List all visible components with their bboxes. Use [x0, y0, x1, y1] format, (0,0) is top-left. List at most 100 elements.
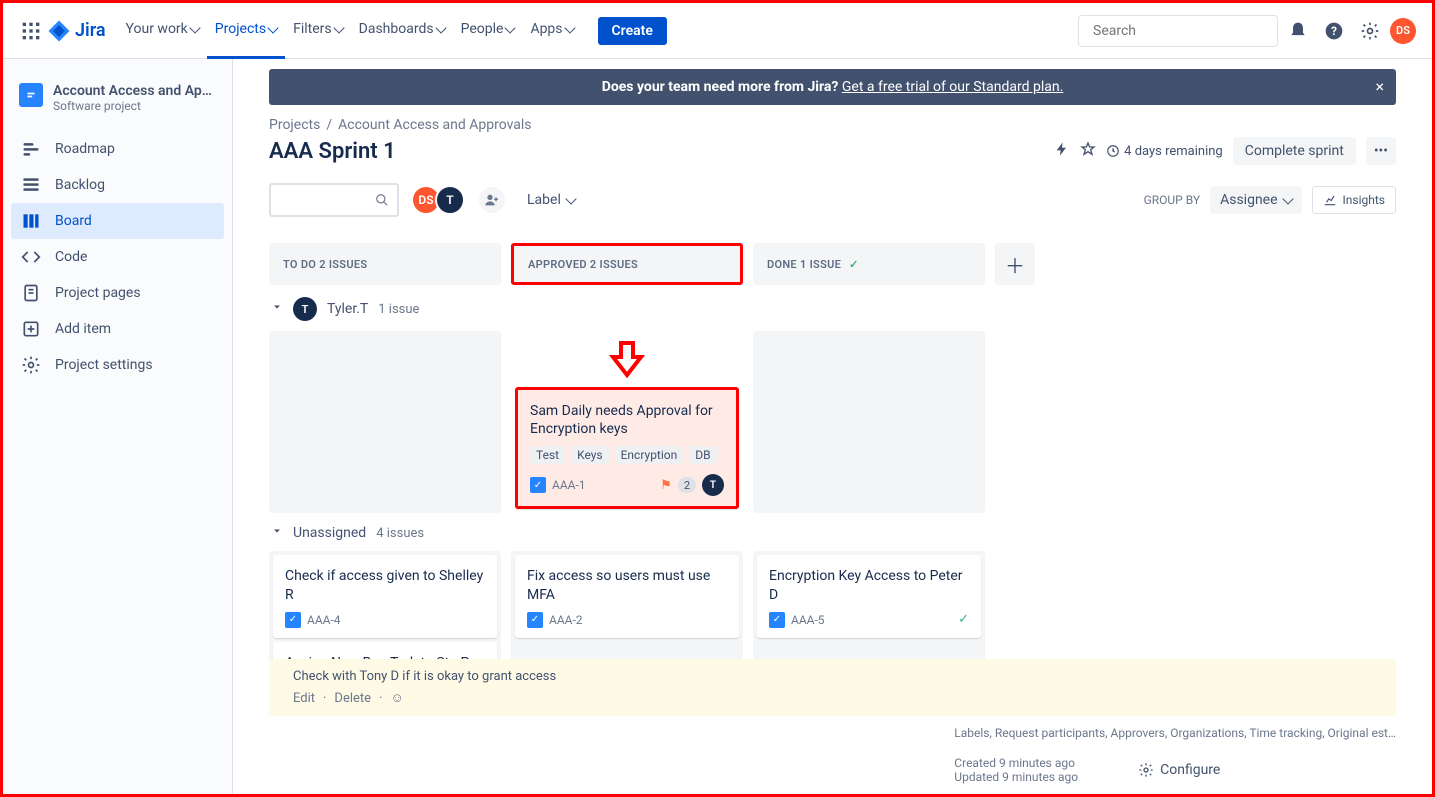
board-lane[interactable]: Encryption Key Access to Peter D✓AAA-5✓	[753, 551, 985, 659]
filter-bar: DS T Label GROUP BY Assignee Insights	[269, 183, 1396, 217]
sidebar-item-add-item[interactable]: Add item	[11, 311, 224, 347]
chevron-down-icon[interactable]	[271, 525, 283, 541]
global-search[interactable]	[1078, 15, 1278, 47]
issue-card[interactable]: Assign New Bug Trak to Stu P✓AAA-3	[273, 642, 497, 659]
banner-link[interactable]: Get a free trial of our Standard plan.	[842, 79, 1063, 95]
logo-text: Jira	[75, 20, 106, 41]
board-lane[interactable]	[753, 331, 985, 513]
assignee-avatar[interactable]: T	[702, 474, 724, 496]
create-button[interactable]: Create	[598, 17, 667, 45]
settings-icon[interactable]	[1354, 15, 1386, 47]
board-lane[interactable]: Sam Daily needs Approval for Encryption …	[511, 331, 743, 513]
sidebar-item-board[interactable]: Board	[11, 203, 224, 239]
sidebar-item-project-pages[interactable]: Project pages	[11, 275, 224, 311]
comment-delete[interactable]: Delete	[334, 691, 371, 706]
code-icon	[21, 247, 41, 267]
issue-card[interactable]: Check if access given to Shelley R✓AAA-4	[273, 555, 497, 637]
board: TO DO 2 ISSUESAPPROVED 2 ISSUESDONE 1 IS…	[269, 243, 1396, 659]
sidebar-item-roadmap[interactable]: Roadmap	[11, 131, 224, 167]
chevron-down-icon[interactable]	[271, 301, 283, 317]
complete-sprint-button[interactable]: Complete sprint	[1233, 137, 1356, 165]
add-column-button[interactable]: ＋	[995, 243, 1035, 285]
card-title: Fix access so users must use MFA	[527, 567, 727, 603]
task-type-icon: ✓	[285, 612, 301, 628]
avatar-t[interactable]: T	[435, 185, 465, 215]
nav-filters[interactable]: Filters	[285, 3, 351, 59]
add-people-button[interactable]	[477, 185, 507, 215]
chart-icon	[1323, 193, 1337, 207]
user-avatar[interactable]: DS	[1390, 18, 1416, 44]
tag[interactable]: Test	[530, 446, 565, 464]
annotation-arrow-icon	[515, 339, 739, 379]
help-icon[interactable]: ?	[1318, 15, 1350, 47]
breadcrumb: Projects / Account Access and Approvals	[269, 117, 1396, 133]
tag[interactable]: Encryption	[615, 446, 684, 464]
story-points-badge: 2	[678, 477, 696, 493]
board-lane[interactable]: Fix access so users must use MFA✓AAA-2	[511, 551, 743, 659]
swimlane-header[interactable]: Unassigned4 issues	[271, 525, 1396, 541]
banner-text: Does your team need more from Jira?	[602, 79, 842, 95]
chevron-down-icon	[333, 22, 344, 33]
issue-card[interactable]: Sam Daily needs Approval for Encryption …	[515, 387, 739, 509]
issue-card[interactable]: Fix access so users must use MFA✓AAA-2	[515, 555, 739, 637]
group-by-dropdown[interactable]: Assignee	[1210, 186, 1301, 214]
gear-icon	[1138, 762, 1154, 778]
nav-dashboards[interactable]: Dashboards	[351, 3, 453, 59]
days-remaining: 4 days remaining	[1124, 144, 1223, 159]
banner-close-icon[interactable]: ×	[1375, 77, 1384, 96]
comment-react-icon[interactable]: ☺	[390, 690, 403, 706]
tag[interactable]: DB	[689, 446, 716, 464]
updated-time: Updated 9 minutes ago	[954, 770, 1078, 784]
swimlane-count: 4 issues	[376, 526, 424, 541]
issue-key: AAA-1	[552, 478, 586, 492]
sidebar-item-backlog[interactable]: Backlog	[11, 167, 224, 203]
board-search[interactable]	[269, 183, 399, 217]
nav-apps[interactable]: Apps	[522, 3, 581, 59]
jira-logo[interactable]: Jira	[47, 19, 106, 43]
board-lane[interactable]	[269, 331, 501, 513]
sidebar-item-code[interactable]: Code	[11, 239, 224, 275]
column-header[interactable]: TO DO 2 ISSUES	[269, 243, 501, 285]
tag[interactable]: Keys	[571, 446, 609, 464]
issue-key: AAA-4	[307, 613, 341, 627]
swimlane-count: 1 issue	[378, 302, 419, 317]
board-lane[interactable]: Check if access given to Shelley R✓AAA-4…	[269, 551, 501, 659]
project-name: Account Access and Ap…	[53, 83, 212, 99]
assignee-filter-avatars[interactable]: DS T	[411, 185, 465, 215]
search-input[interactable]	[1093, 23, 1271, 39]
more-actions-icon[interactable]: •••	[1366, 137, 1396, 165]
notifications-icon[interactable]	[1282, 15, 1314, 47]
insights-button[interactable]: Insights	[1312, 186, 1396, 214]
sidebar-item-project-settings[interactable]: Project settings	[11, 347, 224, 383]
configure-button[interactable]: Configure	[1138, 762, 1220, 778]
sidebar: Account Access and Ap… Software project …	[3, 59, 233, 794]
nav-projects[interactable]: Projects	[207, 3, 285, 59]
settings-icon	[21, 355, 41, 375]
comment-edit[interactable]: Edit	[293, 691, 315, 706]
crumb-project-name[interactable]: Account Access and Approvals	[338, 117, 531, 133]
comment-text: Check with Tony D if it is okay to grant…	[293, 669, 1372, 684]
pages-icon	[21, 283, 41, 303]
bolt-icon[interactable]	[1054, 141, 1070, 161]
project-type: Software project	[53, 99, 212, 113]
swimlane-name: Tyler.T	[327, 301, 368, 317]
star-icon[interactable]	[1080, 141, 1096, 161]
crumb-projects[interactable]: Projects	[269, 117, 320, 133]
column-header[interactable]: APPROVED 2 ISSUES	[511, 243, 743, 285]
roadmap-icon	[21, 139, 41, 159]
chevron-down-icon	[505, 22, 516, 33]
footer-meta: Labels, Request participants, Approvers,…	[233, 716, 1432, 794]
top-nav: Jira Your workProjectsFiltersDashboardsP…	[3, 3, 1432, 59]
swimlane-header[interactable]: TTyler.T1 issue	[271, 297, 1396, 321]
card-title: Encryption Key Access to Peter D	[769, 567, 969, 603]
column-header[interactable]: DONE 1 ISSUE✓	[753, 243, 985, 285]
label-dropdown[interactable]: Label	[527, 192, 575, 208]
issue-key: AAA-5	[791, 613, 825, 627]
project-header[interactable]: Account Access and Ap… Software project	[11, 77, 224, 127]
app-switcher-icon[interactable]	[19, 19, 43, 43]
nav-people[interactable]: People	[453, 3, 523, 59]
issue-card[interactable]: Encryption Key Access to Peter D✓AAA-5✓	[757, 555, 981, 637]
nav-your-work[interactable]: Your work	[118, 3, 207, 59]
backlog-icon	[21, 175, 41, 195]
upgrade-banner: Does your team need more from Jira? Get …	[269, 69, 1396, 105]
